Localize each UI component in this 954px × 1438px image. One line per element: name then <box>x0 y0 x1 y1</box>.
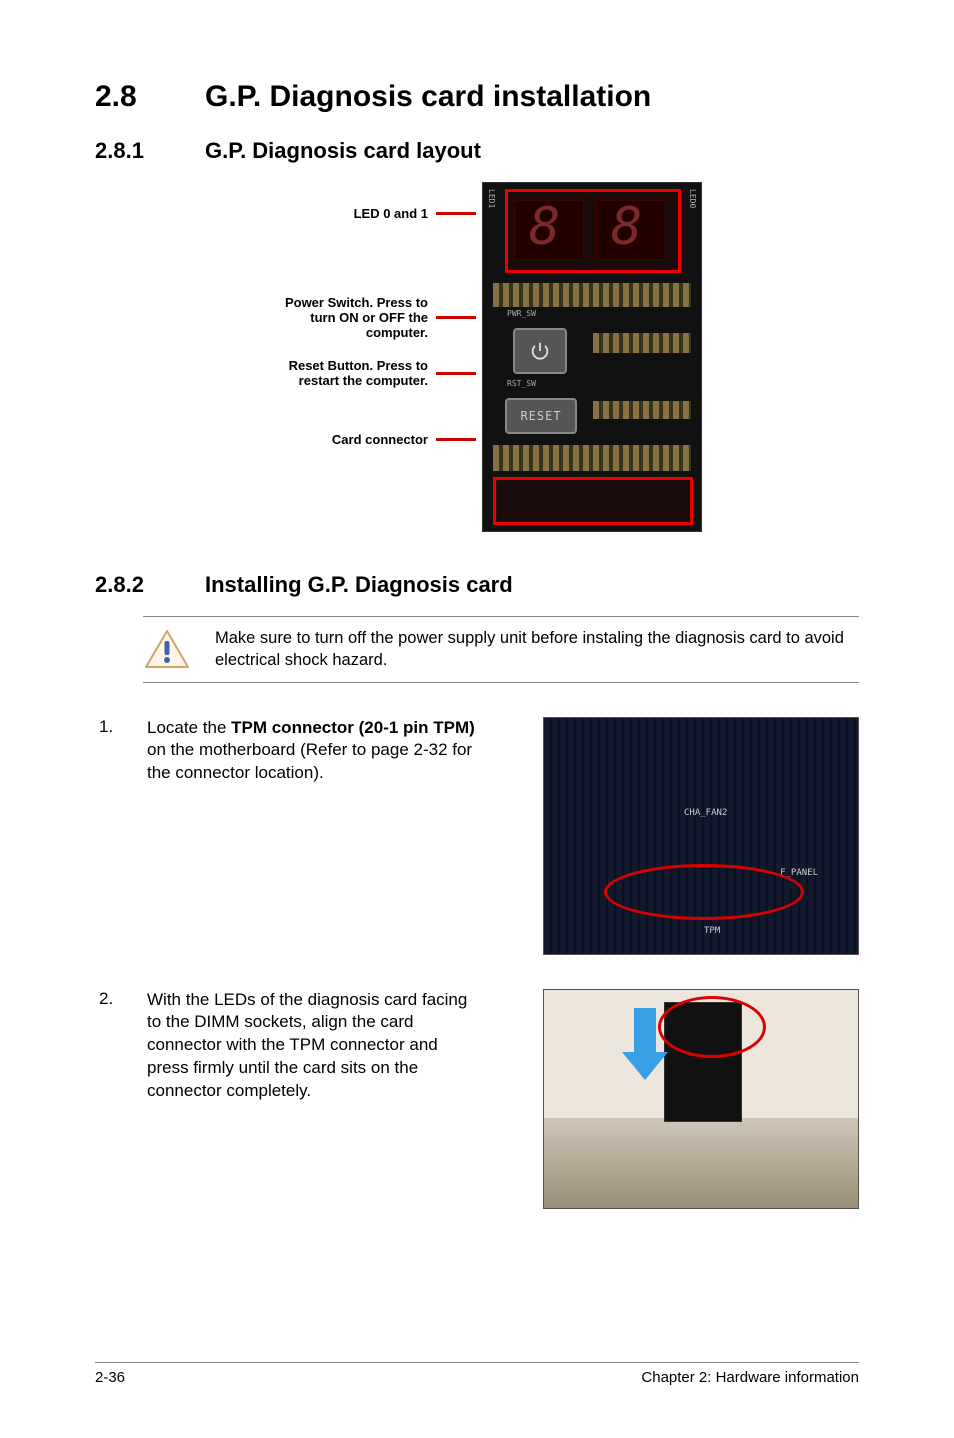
leader-line <box>436 212 476 215</box>
pin-strip <box>593 333 691 353</box>
section-heading: 2.8G.P. Diagnosis card installation <box>95 80 859 114</box>
label-reset-button: Reset Button. Press to restart the compu… <box>258 358 428 388</box>
page-footer: 2-36 Chapter 2: Hardware information <box>95 1362 859 1386</box>
section-title: G.P. Diagnosis card installation <box>205 80 651 113</box>
step1-bold: TPM connector (20-1 pin TPM) <box>231 718 475 737</box>
instruction-step: 2. With the LEDs of the diagnosis card f… <box>95 989 859 1209</box>
leader-line <box>436 372 476 375</box>
reset-button-graphic: RESET <box>505 398 577 434</box>
pin-strip <box>493 283 691 307</box>
diagnosis-card-figure: LED1 LED0 88 PWR_SW RST_SW RESET <box>482 182 702 532</box>
seven-segment-display: 8 <box>514 200 584 260</box>
seg-glyph: 8 <box>611 197 642 257</box>
subsection-title: G.P. Diagnosis card layout <box>205 138 481 163</box>
step1-post: on the motherboard (Refer to page 2-32 f… <box>147 740 472 782</box>
label-led: LED 0 and 1 <box>354 206 428 221</box>
leader-line <box>436 438 476 441</box>
subsection-number: 2.8.2 <box>95 572 205 598</box>
seven-segment-display: 8 <box>596 200 666 260</box>
step1-pre: Locate the <box>147 718 231 737</box>
power-icon <box>529 340 551 362</box>
subsection-number: 2.8.1 <box>95 138 205 164</box>
leader-line <box>436 316 476 319</box>
step-text: Locate the TPM connector (20-1 pin TPM) … <box>147 717 477 955</box>
section-number: 2.8 <box>95 80 205 114</box>
warning-text: Make sure to turn off the power supply u… <box>215 627 859 672</box>
pin-strip <box>593 401 691 419</box>
instruction-step: 1. Locate the TPM connector (20-1 pin TP… <box>95 717 859 955</box>
card-layout-diagram: LED 0 and 1 Power Switch. Press to turn … <box>95 182 859 532</box>
silkscreen-pwr-sw: PWR_SW <box>507 309 536 318</box>
chapter-title: Chapter 2: Hardware information <box>641 1369 859 1386</box>
down-arrow-icon <box>634 1008 656 1054</box>
subsection-title: Installing G.P. Diagnosis card <box>205 572 513 597</box>
motherboard-angle <box>544 1118 858 1208</box>
installation-photo <box>543 989 859 1209</box>
step-text: With the LEDs of the diagnosis card faci… <box>147 989 477 1104</box>
step-number: 2. <box>95 989 113 1009</box>
subsection-heading: 2.8.2Installing G.P. Diagnosis card <box>95 572 859 598</box>
step-number: 1. <box>95 717 113 955</box>
highlight-ellipse <box>658 996 766 1058</box>
label-power-switch: Power Switch. Press to turn ON or OFF th… <box>258 295 428 340</box>
subsection-heading: 2.8.1G.P. Diagnosis card layout <box>95 138 859 164</box>
silkscreen-led1: LED1 <box>487 189 496 208</box>
warning-icon <box>143 628 191 670</box>
highlight-connector <box>493 477 693 525</box>
page-number: 2-36 <box>95 1369 125 1386</box>
motherboard-photo: CHA_FAN2 F_PANEL TPM <box>543 717 859 955</box>
seg-glyph: 8 <box>529 197 560 257</box>
reset-label: RESET <box>520 409 561 423</box>
highlight-led: 88 <box>505 189 681 273</box>
highlight-ellipse <box>604 864 804 920</box>
silkscreen-cha-fan2: CHA_FAN2 <box>684 808 727 818</box>
warning-note: Make sure to turn off the power supply u… <box>143 616 859 683</box>
pin-strip <box>493 445 691 471</box>
label-card-connector: Card connector <box>332 432 428 447</box>
silkscreen-led0: LED0 <box>688 189 697 208</box>
silkscreen-tpm: TPM <box>704 926 720 936</box>
power-button-graphic <box>513 328 567 374</box>
down-arrow-icon <box>622 1052 668 1080</box>
silkscreen-rst-sw: RST_SW <box>507 379 536 388</box>
